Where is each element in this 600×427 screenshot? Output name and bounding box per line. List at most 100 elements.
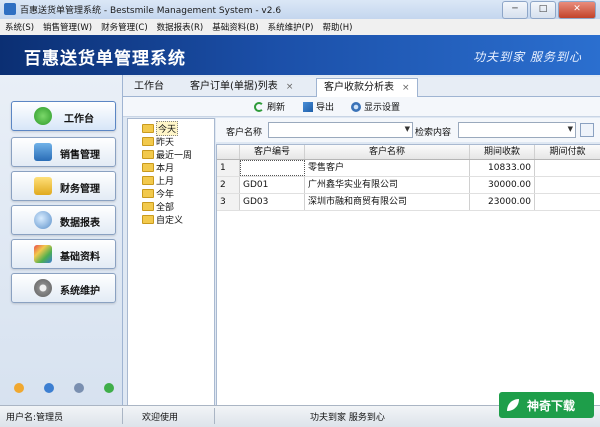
cell-period-payment[interactable] (535, 194, 600, 210)
tab-label: 客户订单(单据)列表 (190, 81, 278, 92)
cell-period-receipt[interactable]: 10833.00 (470, 160, 535, 176)
header-index (217, 145, 240, 159)
search-icon[interactable] (580, 123, 594, 137)
menu-maintenance[interactable]: 系统维护(P) (263, 19, 318, 35)
tree-item-label: 上月 (156, 176, 175, 187)
tree-item-all[interactable]: 全部 (142, 200, 175, 213)
table-row[interactable]: 3 GD03 深圳市融和商贸有限公司 23000.00 (217, 194, 600, 211)
folder-icon (34, 177, 52, 195)
folder-icon (142, 149, 154, 159)
tree-item-last-month[interactable]: 上月 (142, 174, 175, 187)
header-period-payment[interactable]: 期间付款 (535, 145, 600, 159)
tab-close-icon[interactable]: × (402, 83, 410, 93)
status-divider (214, 408, 215, 424)
status-motto: 功夫到家 服务到心 (310, 413, 385, 423)
app-icon (4, 3, 16, 15)
header-customer-name[interactable]: 客户名称 (305, 145, 470, 159)
menu-basic-data[interactable]: 基础资料(B) (207, 19, 262, 35)
cell-period-receipt[interactable]: 23000.00 (470, 194, 535, 210)
display-settings-button[interactable]: 显示设置 (351, 100, 400, 113)
home-icon[interactable] (14, 383, 24, 393)
menu-sales[interactable]: 销售管理(W) (38, 19, 96, 35)
cell-period-payment[interactable] (535, 177, 600, 193)
tree-item-this-month[interactable]: 本月 (142, 161, 175, 174)
tree-item-label: 本月 (156, 163, 175, 174)
tree-item-yesterday[interactable]: 昨天 (142, 135, 175, 148)
nav-label: 销售管理 (60, 150, 100, 161)
nav-label: 数据报表 (60, 218, 100, 229)
watermark-logo: 神奇下载 (499, 392, 594, 418)
window-title: 百惠送货单管理系统 - Bestsmile Management System … (20, 6, 282, 16)
tree-item-label: 昨天 (156, 137, 175, 148)
nav-workbench-button[interactable]: 工作台 (11, 101, 116, 131)
cell-customer-code[interactable] (240, 160, 305, 176)
tab-bar: 工作台 客户订单(单据)列表 × 客户收款分析表 × (123, 77, 600, 98)
header-period-receipt[interactable]: 期间收款 (470, 145, 535, 159)
close-button[interactable]: ✕ (558, 1, 596, 19)
customer-name-select[interactable]: ▼ (268, 122, 413, 138)
menu-system[interactable]: 系统(S) (0, 19, 38, 35)
status-user: 用户名:管理员 (6, 413, 64, 423)
info-icon[interactable] (44, 383, 54, 393)
table-row[interactable]: 2 GD01 广州鑫华实业有限公司 30000.00 (217, 177, 600, 194)
tree-item-label: 今天 (156, 120, 179, 136)
cell-period-payment[interactable] (535, 160, 600, 176)
nav-label: 基础资料 (60, 252, 100, 263)
header-customer-code[interactable]: 客户编号 (240, 145, 305, 159)
cell-customer-name[interactable]: 深圳市融和商贸有限公司 (305, 194, 470, 210)
magnifier-icon (34, 211, 52, 229)
nav-basic-data-button[interactable]: 基础资料 (11, 239, 116, 269)
bottom-icon-bar (14, 383, 114, 393)
menu-finance[interactable]: 财务管理(C) (96, 19, 152, 35)
maximize-button[interactable]: □ (530, 1, 556, 19)
tree-item-today[interactable]: 今天 (142, 120, 179, 136)
nav-label: 系统维护 (60, 286, 100, 297)
cell-customer-name[interactable]: 零售客户 (305, 160, 470, 176)
nav-reports-button[interactable]: 数据报表 (11, 205, 116, 235)
folder-icon (142, 201, 154, 211)
refresh-icon (254, 101, 264, 112)
calculator-icon[interactable] (74, 383, 84, 393)
refresh-button[interactable]: 刷新 (254, 100, 285, 113)
customer-name-label: 客户名称 (226, 128, 263, 138)
display-settings-label: 显示设置 (364, 103, 401, 113)
tree-item-label: 自定义 (156, 215, 184, 226)
export-button[interactable]: 导出 (303, 100, 334, 113)
tree-item-label: 今年 (156, 189, 175, 200)
tree-item-custom[interactable]: 自定义 (142, 213, 184, 226)
nav-label: 工作台 (64, 114, 94, 125)
settings-icon (351, 101, 361, 112)
exit-icon[interactable] (104, 383, 114, 393)
nav-maintenance-button[interactable]: 系统维护 (11, 273, 116, 303)
tab-receipt-analysis[interactable]: 客户收款分析表 × (316, 78, 418, 98)
cell-customer-code[interactable]: GD01 (240, 177, 305, 193)
menu-reports[interactable]: 数据报表(R) (152, 19, 208, 35)
monitor-icon (34, 143, 52, 161)
export-icon (303, 101, 313, 112)
tab-order-list[interactable]: 客户订单(单据)列表 × (183, 78, 300, 96)
window-controls: ─ □ ✕ (502, 1, 596, 19)
cell-customer-name[interactable]: 广州鑫华实业有限公司 (305, 177, 470, 193)
search-content-label: 检索内容 (415, 128, 452, 138)
tree-item-this-year[interactable]: 今年 (142, 187, 175, 200)
folder-icon (142, 214, 154, 224)
folder-icon (142, 188, 154, 198)
row-index: 2 (217, 177, 240, 193)
date-range-tree: 今天 昨天 最近一周 本月 上月 今年 全部 自定义 (127, 118, 215, 407)
watermark-text: 神奇下载 (527, 399, 576, 413)
menu-help[interactable]: 帮助(H) (317, 19, 356, 35)
tab-workbench[interactable]: 工作台 (127, 78, 171, 96)
leaf-icon (507, 399, 519, 411)
tree-item-last-week[interactable]: 最近一周 (142, 148, 192, 161)
minimize-button[interactable]: ─ (502, 1, 528, 19)
tree-item-label: 全部 (156, 202, 175, 213)
tab-close-icon[interactable]: × (286, 82, 294, 92)
search-content-select[interactable]: ▼ (458, 122, 576, 138)
nav-finance-button[interactable]: 财务管理 (11, 171, 116, 201)
status-welcome: 欢迎使用 (142, 413, 179, 423)
nav-sales-button[interactable]: 销售管理 (11, 137, 116, 167)
folder-icon (142, 123, 154, 133)
table-row[interactable]: 1 零售客户 10833.00 (217, 160, 600, 177)
cell-customer-code[interactable]: GD03 (240, 194, 305, 210)
cell-period-receipt[interactable]: 30000.00 (470, 177, 535, 193)
